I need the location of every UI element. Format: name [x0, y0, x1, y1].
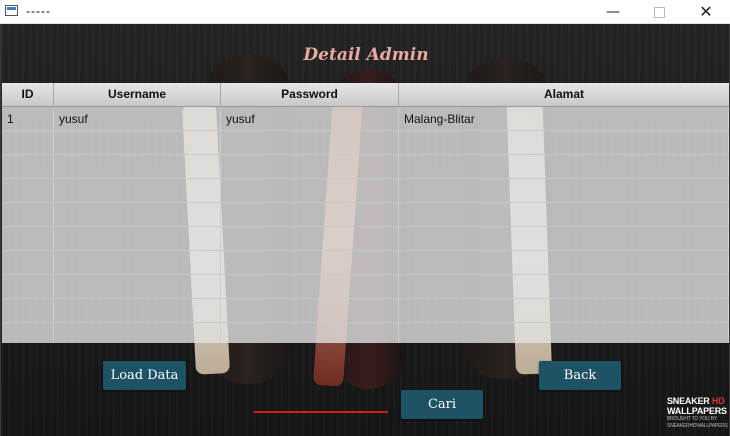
table-cell[interactable]: [2, 203, 54, 226]
table-cell[interactable]: Malang-Blitar: [399, 107, 729, 130]
table-cell[interactable]: [399, 203, 729, 226]
table-cell[interactable]: [221, 131, 399, 154]
cari-button[interactable]: Cari: [401, 390, 483, 419]
table-cell[interactable]: [221, 323, 399, 343]
table-cell[interactable]: [2, 155, 54, 178]
table-row[interactable]: [2, 131, 729, 155]
table-row[interactable]: [2, 227, 729, 251]
watermark-logo: SNEAKER HD WALLPAPERS BROUGHT TO YOU BY …: [667, 396, 728, 430]
table-cell[interactable]: yusuf: [54, 107, 221, 130]
maximize-button[interactable]: [636, 0, 682, 24]
search-input[interactable]: [254, 394, 388, 413]
back-button[interactable]: Back: [539, 361, 621, 390]
table-cell[interactable]: [54, 179, 221, 202]
table-cell[interactable]: [54, 299, 221, 322]
table-header: ID Username Password Alamat: [2, 83, 729, 107]
watermark-text: SNEAKER: [667, 396, 710, 406]
table-row[interactable]: [2, 203, 729, 227]
table-cell[interactable]: [2, 323, 54, 343]
table-cell[interactable]: [54, 203, 221, 226]
table-cell[interactable]: [399, 299, 729, 322]
table-cell[interactable]: [221, 203, 399, 226]
watermark-subtext: BROUGHT TO YOU BY SNEAKERHDWALLPAPERS: [667, 416, 728, 429]
app-content: Detail Admin ID Username Password Alamat…: [0, 24, 730, 436]
window-title: -----: [26, 4, 51, 18]
table-cell[interactable]: [399, 251, 729, 274]
table-row[interactable]: [2, 323, 729, 343]
column-header-alamat[interactable]: Alamat: [399, 83, 729, 106]
table-cell[interactable]: [2, 227, 54, 250]
table-cell[interactable]: [2, 251, 54, 274]
table-cell[interactable]: [54, 227, 221, 250]
watermark-hd: HD: [711, 396, 725, 406]
table-body: 1 yusuf yusuf Malang-Blitar: [2, 107, 729, 343]
table-cell[interactable]: [221, 179, 399, 202]
admin-table[interactable]: ID Username Password Alamat 1 yusuf yusuf M…: [2, 83, 729, 343]
table-row[interactable]: [2, 179, 729, 203]
table-cell[interactable]: [399, 227, 729, 250]
table-row[interactable]: 1 yusuf yusuf Malang-Blitar: [2, 107, 729, 131]
table-cell[interactable]: [221, 227, 399, 250]
table-cell[interactable]: [2, 131, 54, 154]
table-cell[interactable]: 1: [2, 107, 54, 130]
table-row[interactable]: [2, 299, 729, 323]
table-cell[interactable]: yusuf: [221, 107, 399, 130]
maximize-icon: [653, 6, 665, 18]
table-cell[interactable]: [221, 251, 399, 274]
table-row[interactable]: [2, 155, 729, 179]
table-cell[interactable]: [2, 299, 54, 322]
table-cell[interactable]: [54, 155, 221, 178]
app-window-icon: [5, 5, 18, 16]
page-title: Detail Admin: [303, 45, 429, 65]
column-header-id[interactable]: ID: [2, 83, 54, 106]
table-cell[interactable]: [221, 275, 399, 298]
table-cell[interactable]: [399, 275, 729, 298]
table-cell[interactable]: [2, 275, 54, 298]
table-row[interactable]: [2, 251, 729, 275]
watermark-text: WALLPAPERS: [667, 406, 727, 416]
table-cell[interactable]: [399, 155, 729, 178]
table-cell[interactable]: [399, 323, 729, 343]
title-bar: ----- — ✕: [0, 0, 730, 24]
table-cell[interactable]: [54, 131, 221, 154]
table-row[interactable]: [2, 275, 729, 299]
table-cell[interactable]: [399, 131, 729, 154]
minimize-button[interactable]: —: [590, 0, 636, 24]
table-cell[interactable]: [54, 323, 221, 343]
column-header-username[interactable]: Username: [54, 83, 221, 106]
table-cell[interactable]: [399, 179, 729, 202]
load-data-button[interactable]: Load Data: [103, 361, 186, 390]
table-cell[interactable]: [54, 275, 221, 298]
table-cell[interactable]: [54, 251, 221, 274]
column-header-password[interactable]: Password: [221, 83, 399, 106]
close-button[interactable]: ✕: [683, 0, 729, 24]
table-cell[interactable]: [2, 179, 54, 202]
table-cell[interactable]: [221, 155, 399, 178]
table-cell[interactable]: [221, 299, 399, 322]
